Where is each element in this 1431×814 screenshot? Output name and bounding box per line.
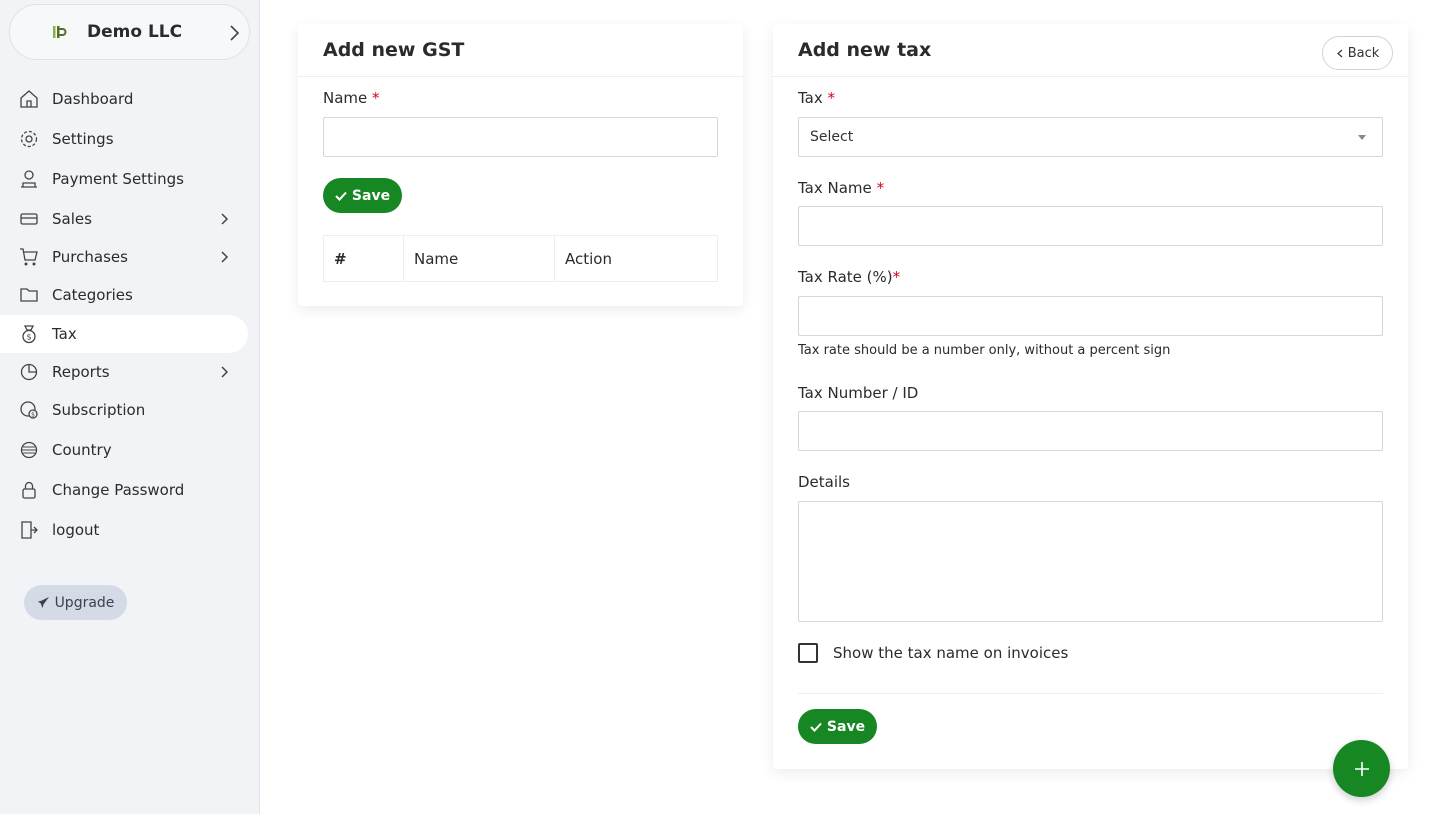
table-header-name: Name	[403, 235, 555, 282]
add-gst-card: Add new GST Name * Save # Name Action	[298, 24, 743, 306]
sidebar-item-categories[interactable]: Categories	[0, 276, 248, 314]
sidebar-item-reports[interactable]: Reports	[0, 353, 248, 391]
gear-icon	[20, 130, 38, 148]
tax-save-button[interactable]: Save	[798, 709, 877, 744]
table-header-number: #	[323, 235, 404, 282]
sidebar-item-sales[interactable]: Sales	[0, 200, 248, 238]
save-label: Save	[826, 718, 866, 735]
check-icon	[810, 722, 822, 732]
gst-table: # Name Action	[323, 235, 718, 282]
sidebar-item-label: Reports	[52, 363, 110, 381]
divider	[798, 693, 1383, 694]
rocket-icon	[37, 596, 49, 609]
cart-icon	[20, 248, 38, 266]
sidebar-item-label: Subscription	[52, 401, 146, 419]
tax-rate-label: Tax Rate (%)*	[798, 268, 901, 286]
save-label: Save	[351, 187, 391, 204]
tax-select[interactable]: Select	[798, 117, 1383, 157]
lock-icon	[22, 481, 36, 499]
upgrade-label: Upgrade	[54, 594, 115, 611]
home-icon	[20, 90, 38, 108]
sidebar-item-label: Purchases	[52, 248, 128, 266]
show-on-invoice-label: Show the tax name on invoices	[833, 644, 1069, 662]
tax-icon: $	[22, 325, 36, 344]
sidebar-item-logout[interactable]: logout	[0, 511, 248, 549]
company-name: Demo LLC	[87, 22, 183, 42]
payment-icon	[21, 170, 37, 188]
add-fab-button[interactable]	[1333, 740, 1390, 797]
details-textarea[interactable]	[798, 501, 1383, 622]
folder-icon	[20, 288, 38, 302]
chevron-right-icon	[221, 366, 229, 378]
upgrade-button[interactable]: Upgrade	[24, 585, 127, 620]
sidebar-item-label: Change Password	[52, 481, 185, 499]
gst-name-input[interactable]	[323, 117, 718, 157]
caret-down-icon	[1358, 135, 1366, 140]
subscription-icon: $	[20, 401, 38, 419]
show-on-invoice-checkbox[interactable]	[798, 643, 818, 663]
sidebar-item-dashboard[interactable]: Dashboard	[0, 80, 248, 118]
logout-icon	[21, 521, 38, 539]
tax-select-value: Select	[810, 129, 854, 145]
check-icon	[335, 191, 347, 201]
add-tax-card: Add new tax Back Tax * Select Tax Name *…	[773, 24, 1408, 769]
tax-name-input[interactable]	[798, 206, 1383, 246]
sidebar-item-label: Categories	[52, 286, 133, 304]
card-title: Add new tax	[798, 39, 932, 61]
tax-rate-help-text: Tax rate should be a number only, withou…	[798, 343, 1171, 358]
company-switcher[interactable]: Demo LLC	[9, 4, 250, 60]
sidebar-item-payment-settings[interactable]: Payment Settings	[0, 160, 248, 198]
chevron-right-icon	[221, 213, 229, 225]
gst-name-label: Name *	[323, 89, 380, 107]
sidebar-item-country[interactable]: Country	[0, 431, 248, 469]
card-title: Add new GST	[323, 39, 465, 61]
chevron-left-icon	[1336, 49, 1343, 57]
globe-icon	[20, 441, 38, 459]
back-label: Back	[1347, 45, 1380, 61]
card-header: Add new GST	[298, 24, 743, 77]
sidebar-item-purchases[interactable]: Purchases	[0, 238, 248, 276]
chevron-right-icon	[221, 251, 229, 263]
details-label: Details	[798, 473, 851, 491]
sidebar-item-subscription[interactable]: $ Subscription	[0, 391, 248, 429]
sidebar-item-label: Dashboard	[52, 90, 134, 108]
sidebar-item-label: logout	[52, 521, 100, 539]
tax-number-label: Tax Number / ID	[798, 384, 919, 402]
chevron-right-icon	[230, 25, 240, 41]
tax-name-label: Tax Name *	[798, 179, 885, 197]
sidebar-item-label: Tax	[52, 325, 77, 343]
sidebar-item-tax[interactable]: $ Tax	[0, 315, 248, 353]
sales-icon	[20, 213, 38, 225]
gst-save-button[interactable]: Save	[323, 178, 402, 213]
sidebar-item-label: Sales	[52, 210, 92, 228]
sidebar-item-label: Payment Settings	[52, 170, 184, 188]
sidebar-item-settings[interactable]: Settings	[0, 120, 248, 158]
company-logo-icon	[53, 26, 67, 38]
tax-select-label: Tax *	[798, 89, 836, 107]
sidebar: Demo LLC Dashboard Settings Payment Sett…	[0, 0, 260, 814]
sidebar-item-label: Country	[52, 441, 112, 459]
reports-icon	[20, 363, 38, 381]
tax-number-input[interactable]	[798, 411, 1383, 451]
table-header-action: Action	[554, 235, 718, 282]
sidebar-item-label: Settings	[52, 130, 114, 148]
sidebar-item-change-password[interactable]: Change Password	[0, 471, 248, 509]
back-button[interactable]: Back	[1322, 36, 1393, 70]
svg-text:$: $	[26, 333, 31, 342]
tax-rate-input[interactable]	[798, 296, 1383, 336]
card-header: Add new tax Back	[773, 24, 1408, 77]
svg-text:$: $	[31, 412, 35, 419]
plus-icon	[1354, 761, 1369, 776]
